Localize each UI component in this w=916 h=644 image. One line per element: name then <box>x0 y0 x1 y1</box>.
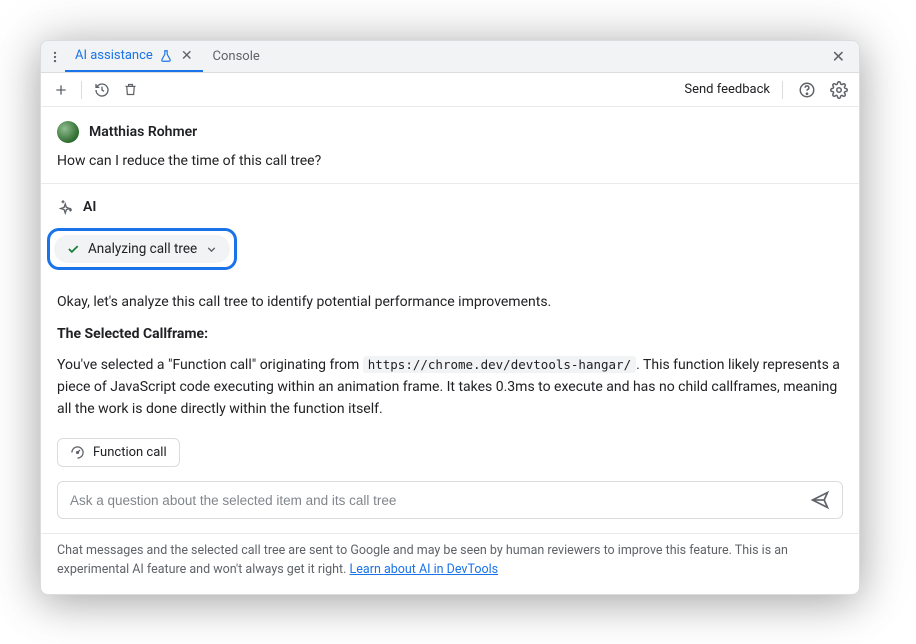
learn-more-link[interactable]: Learn about AI in DevTools <box>350 562 499 577</box>
help-button[interactable] <box>795 78 819 102</box>
user-header: Matthias Rohmer <box>57 121 843 143</box>
close-tab-icon[interactable]: ✕ <box>181 48 193 64</box>
send-button[interactable] <box>806 486 834 514</box>
check-icon <box>66 242 80 256</box>
send-feedback-link[interactable]: Send feedback <box>684 82 770 97</box>
ai-intro: Okay, let's analyze this call tree to id… <box>57 292 843 314</box>
new-chat-button[interactable] <box>49 78 73 102</box>
devtools-panel: AI assistance ✕ Console ✕ Send feedback <box>40 40 860 595</box>
ai-label: AI <box>83 199 96 215</box>
delete-button[interactable] <box>118 78 142 102</box>
tab-label: Console <box>213 49 260 64</box>
history-button[interactable] <box>90 78 114 102</box>
user-message: How can I reduce the time of this call t… <box>57 153 843 169</box>
prompt-input-row <box>57 481 843 519</box>
tab-label: AI assistance <box>75 48 153 63</box>
disclaimer: Chat messages and the selected call tree… <box>41 533 859 594</box>
analyzing-chip[interactable]: Analyzing call tree <box>54 235 230 263</box>
prompt-input[interactable] <box>70 493 806 508</box>
ai-header: AI <box>57 198 843 216</box>
ai-response: Okay, let's analyze this call tree to id… <box>57 292 843 467</box>
tab-console[interactable]: Console <box>203 41 270 72</box>
gauge-icon <box>70 445 85 460</box>
kebab-menu-icon[interactable] <box>45 45 65 69</box>
conversation: Matthias Rohmer How can I reduce the tim… <box>41 107 859 533</box>
tab-ai-assistance[interactable]: AI assistance ✕ <box>65 41 203 72</box>
divider <box>782 81 783 99</box>
chip-label: Function call <box>93 445 167 460</box>
sparkle-icon <box>57 198 75 216</box>
settings-button[interactable] <box>827 78 851 102</box>
close-panel-icon[interactable]: ✕ <box>822 47 855 66</box>
flask-icon <box>159 49 173 63</box>
ai-heading: The Selected Callframe: <box>57 324 843 346</box>
ai-paragraph: You've selected a "Function call" origin… <box>57 355 843 420</box>
divider <box>81 81 82 99</box>
chevron-down-icon <box>205 243 218 256</box>
url-code: https://chrome.dev/devtools-hangar/ <box>363 356 636 373</box>
avatar <box>57 121 79 143</box>
toolbar: Send feedback <box>41 73 859 107</box>
function-call-chip[interactable]: Function call <box>57 438 180 467</box>
chip-label: Analyzing call tree <box>88 241 197 257</box>
tab-bar: AI assistance ✕ Console ✕ <box>41 41 859 73</box>
user-name: Matthias Rohmer <box>89 124 197 140</box>
divider <box>41 183 859 184</box>
highlight-box: Analyzing call tree <box>47 228 237 270</box>
